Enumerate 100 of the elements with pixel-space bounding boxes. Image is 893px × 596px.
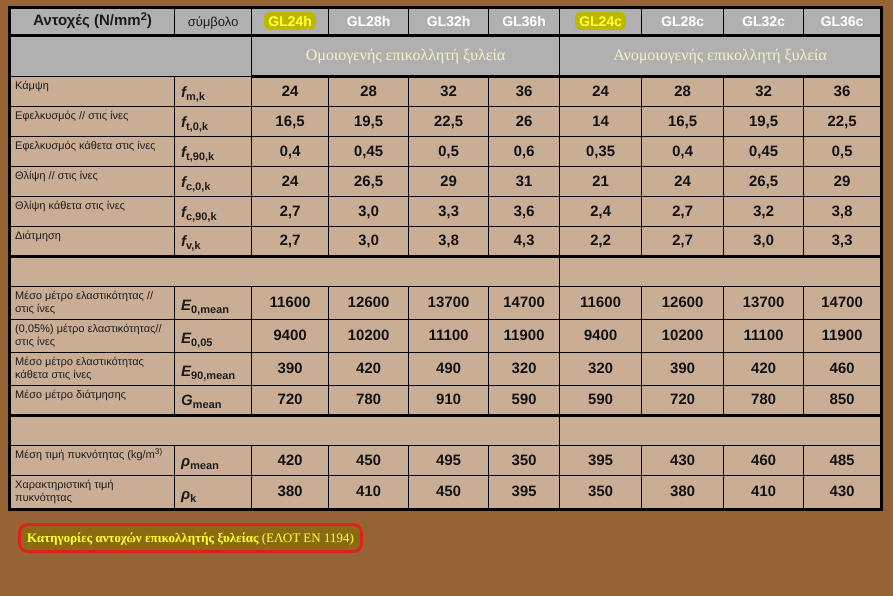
property-label: Χαρακτηριστική τιμή πυκνότητας (15, 479, 114, 505)
value-text: 350 (588, 483, 614, 500)
value-text: 3,8 (438, 232, 459, 249)
value-text: 320 (588, 360, 614, 377)
value-text: 11900 (504, 327, 544, 344)
value-text: 490 (436, 360, 462, 377)
value-text: 0,5 (438, 142, 459, 160)
property-label: Θλίψη κάθετα στις ίνες (15, 200, 126, 213)
property-label: Εφελκυσμός // στις ίνες (15, 110, 130, 123)
value-text: 3,0 (358, 232, 379, 249)
value-text: 19,5 (748, 112, 778, 130)
value-text: 320 (511, 360, 537, 377)
value-text: 36 (516, 83, 532, 100)
symbol: ρ$_{k}$ (181, 486, 196, 503)
value-text: 430 (670, 452, 696, 468)
value-text: 36 (834, 83, 850, 100)
value-text: 590 (511, 391, 537, 408)
value-text: 22,5 (827, 112, 857, 130)
value-text: 460 (750, 452, 776, 468)
value-text: 720 (670, 391, 696, 408)
value-text: 3,8 (832, 202, 852, 220)
value-text: 2,7 (280, 232, 300, 249)
property-label: (0,05%) μέτρο ελαστικότητας// στις ίνες (15, 323, 163, 349)
value-text: 14700 (821, 294, 863, 311)
value-text: 9400 (273, 327, 307, 344)
value-text: 9400 (584, 327, 618, 344)
value-text: 16,5 (668, 112, 698, 130)
value-text: 14 (592, 112, 609, 130)
symbol: E$_{0,05}$ (181, 330, 212, 347)
value-text: 24 (282, 172, 298, 190)
symbol: f$_{t,0,k}$ (181, 114, 208, 131)
value-text: 12600 (662, 294, 704, 311)
value-text: 14700 (503, 294, 545, 311)
value-text: 0,45 (354, 142, 384, 160)
value-text: 21 (592, 172, 609, 190)
value-text: 0,6 (514, 142, 534, 160)
value-text: 28 (674, 83, 691, 100)
value-text: 26,5 (748, 172, 778, 190)
value-text: 4,3 (514, 232, 534, 249)
value-text: 450 (356, 452, 382, 468)
value-text: 16,5 (275, 112, 305, 130)
group-header: Ανομοιογενής επικολλητή ξυλεία (613, 47, 827, 64)
value-text: 10200 (348, 327, 390, 344)
value-text: 3,0 (358, 202, 379, 220)
value-text: 26 (516, 112, 532, 130)
value-text: 2,7 (280, 202, 300, 220)
value-text: 780 (356, 391, 382, 408)
column-header: Αντοχές (N/mm$^{2}$) (33, 12, 152, 30)
column-header: GL36c (820, 13, 864, 29)
symbol: f$_{m,k}$ (181, 84, 205, 101)
value-text: 590 (588, 391, 614, 408)
value-text: 0,45 (748, 142, 778, 160)
column-header: GL28c (661, 13, 704, 29)
group-header: Ομοιογενής επικολλητή ξυλεία (306, 47, 506, 64)
property-label: Διάτμηση (15, 230, 62, 243)
value-text: 2,7 (672, 232, 693, 249)
value-text: 2,2 (590, 232, 611, 249)
value-text: 3,2 (753, 202, 774, 220)
value-text: 460 (829, 360, 855, 377)
property-label: Κάμψη (15, 80, 50, 93)
value-text: 29 (834, 172, 850, 190)
symbol: f$_{t,90,k}$ (181, 144, 214, 161)
value-text: 0,35 (586, 142, 616, 160)
value-text: 28 (360, 83, 377, 100)
value-text: 720 (277, 391, 303, 408)
value-text: 24 (282, 83, 298, 100)
value-text: 780 (750, 391, 776, 408)
value-text: 910 (436, 391, 462, 408)
value-text: 395 (588, 452, 614, 468)
value-text: 3,3 (438, 202, 459, 220)
symbol: f$_{c,90,k}$ (181, 204, 217, 221)
property-label: Μέσο μέτρο διάτμησης (15, 389, 127, 402)
property-label: Μέση τιμή πυκνότητας (kg/m$^{3)}$ (15, 449, 164, 462)
value-text: 10200 (662, 327, 704, 344)
value-text: 13700 (428, 294, 470, 311)
value-text: 3,6 (514, 202, 534, 220)
symbol: f$_{v,k}$ (181, 233, 200, 250)
value-text: 420 (750, 360, 776, 377)
value-text: 19,5 (354, 112, 384, 130)
value-text: 0,4 (672, 142, 693, 160)
value-text: 22,5 (434, 112, 464, 130)
value-text: 2,4 (590, 202, 611, 220)
column-header: GL24c (575, 12, 626, 30)
value-text: 11900 (822, 327, 862, 344)
column-header: GL32c (742, 13, 785, 29)
value-text: 380 (670, 483, 696, 500)
value-text: 850 (829, 391, 855, 408)
value-text: 11600 (580, 294, 621, 311)
symbol: G$_{mean}$ (181, 392, 222, 409)
value-text: 390 (670, 360, 696, 377)
value-text: 0,5 (832, 142, 852, 160)
value-text: 450 (436, 483, 462, 500)
symbol: E$_{0,mean}$ (181, 297, 229, 314)
column-header: GL28h (346, 13, 390, 29)
symbol: ρ$_{mean}$ (181, 453, 219, 470)
value-text: 380 (277, 483, 303, 500)
column-header: σύμβολο (188, 14, 238, 29)
value-text: 2,7 (672, 202, 693, 220)
value-text: 24 (674, 172, 691, 190)
value-text: 11100 (428, 327, 469, 344)
